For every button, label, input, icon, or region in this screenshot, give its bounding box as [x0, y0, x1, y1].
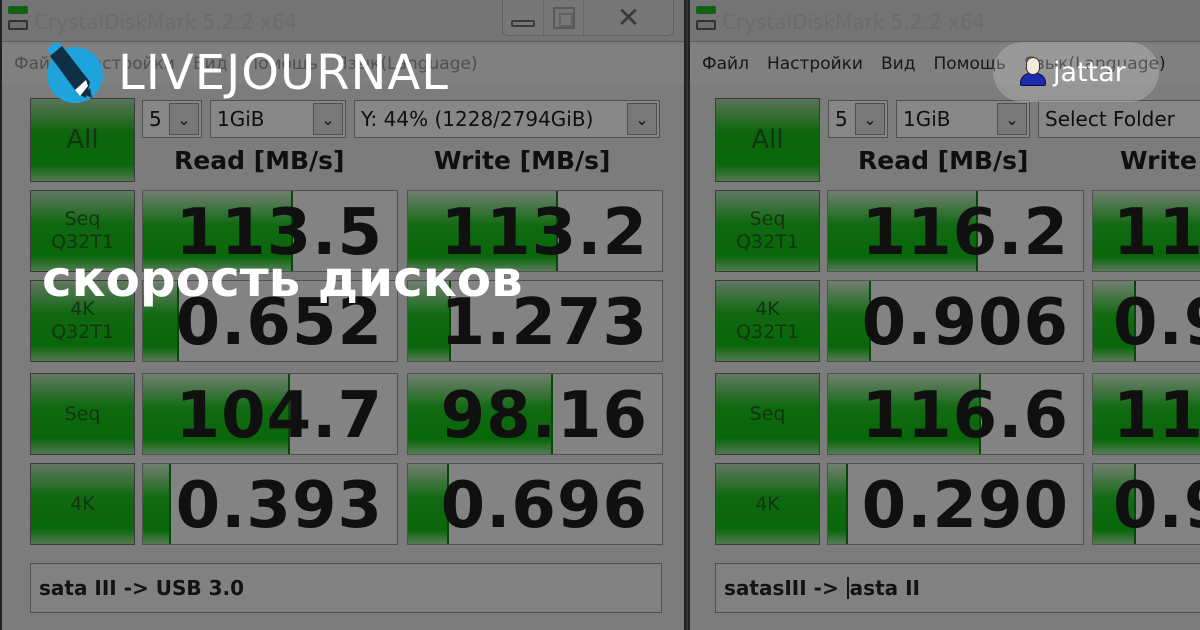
title-bar[interactable]: CrystalDiskMark 5.2.2 x64 ✕	[2, 0, 684, 42]
comment-text: sata III -> USB 3.0	[39, 576, 245, 600]
test-label-line2: Q32T1	[51, 321, 114, 343]
crystaldiskmark-app-icon	[8, 6, 28, 32]
minimize-icon	[511, 20, 535, 27]
folder-value: Select Folder	[1045, 107, 1175, 131]
livejournal-brand[interactable]: LIVEJOURNAL	[118, 40, 449, 106]
read-result-cell: 0.290	[827, 463, 1084, 545]
menu-view[interactable]: Вид	[881, 54, 915, 74]
test-label-line1: Seq	[749, 402, 786, 425]
write-value: 11	[1113, 379, 1200, 453]
write-header: Write [MB/s]	[1120, 146, 1200, 175]
size-value: 1GiB	[217, 107, 265, 131]
test-label-line1: Seq	[64, 208, 101, 231]
menu-settings[interactable]: Настройки	[767, 54, 863, 74]
test-label-line2: Q32T1	[736, 321, 799, 343]
count-select[interactable]: 5 ⌄	[828, 100, 888, 138]
size-select[interactable]: 1GiB ⌄	[896, 100, 1030, 138]
read-progress-bar	[828, 464, 849, 544]
title-bar[interactable]: CrystalDiskMark 5.2.2 x64	[690, 0, 1200, 42]
read-result-cell: 0.393	[142, 463, 398, 545]
close-button[interactable]: ✕	[583, 0, 673, 35]
test-button-row-3[interactable]: 4K	[715, 463, 820, 545]
read-value: 116.2	[861, 196, 1069, 270]
maximize-button[interactable]	[543, 0, 583, 35]
chevron-down-icon[interactable]: ⌄	[855, 103, 885, 135]
post-title: скорость дисков	[42, 250, 523, 308]
test-button-row-0[interactable]: Seq Q32T1	[715, 190, 820, 272]
test-button-row-3[interactable]: 4K	[30, 463, 135, 545]
chevron-down-icon[interactable]: ⌄	[997, 103, 1027, 135]
write-value: 0.9	[1113, 469, 1200, 543]
comment-text-before-caret: satasIII ->	[724, 576, 846, 600]
user-icon	[1019, 57, 1047, 87]
test-button-row-1[interactable]: 4K Q32T1	[715, 280, 820, 362]
size-value: 1GiB	[903, 107, 951, 131]
menu-file[interactable]: Файл	[702, 54, 749, 74]
read-result-cell: 116.6	[827, 373, 1084, 455]
test-controls: 5 ⌄ 1GiB ⌄ Select Folder	[828, 100, 1200, 138]
test-button-row-2[interactable]: Seq	[715, 373, 820, 455]
chevron-down-icon[interactable]: ⌄	[627, 103, 657, 135]
text-caret	[846, 577, 849, 599]
chevron-down-icon[interactable]: ⌄	[313, 103, 343, 135]
drive-value: Y: 44% (1228/2794GiB)	[361, 107, 594, 131]
livejournal-logo-icon[interactable]	[42, 40, 104, 104]
window-controls: ✕	[502, 0, 674, 36]
write-value: 11	[1113, 196, 1200, 270]
window-title: CrystalDiskMark 5.2.2 x64	[34, 10, 298, 34]
read-value: 0.906	[861, 286, 1069, 360]
read-header: Read [MB/s]	[858, 146, 1029, 175]
test-label-line1: Seq	[64, 402, 101, 425]
read-value: 0.290	[861, 469, 1069, 543]
write-result-cell: 11	[1092, 190, 1200, 272]
test-label-line1: Seq	[749, 208, 786, 231]
read-value: 116.6	[861, 379, 1069, 453]
test-label-line1: 4K	[755, 492, 780, 515]
test-button-row-2[interactable]: Seq	[30, 373, 135, 455]
folder-select[interactable]: Select Folder	[1038, 100, 1200, 138]
crystaldiskmark-app-icon	[696, 6, 716, 32]
write-result-cell: 0.9	[1092, 463, 1200, 545]
maximize-icon	[552, 6, 575, 29]
count-value: 5	[835, 107, 848, 131]
all-button[interactable]: All	[30, 98, 135, 182]
write-result-cell: 0.696	[407, 463, 663, 545]
read-header: Read [MB/s]	[174, 146, 345, 175]
write-result-cell: 0.9	[1092, 280, 1200, 362]
write-result-cell: 11	[1092, 373, 1200, 455]
write-value: 0.696	[440, 469, 648, 543]
comment-text-after-caret: asta II	[849, 576, 920, 600]
minimize-button[interactable]	[503, 0, 543, 35]
comment-input[interactable]: satasIII -> asta II	[715, 563, 1200, 613]
write-value: 98.16	[440, 379, 648, 453]
write-value: 0.9	[1113, 286, 1200, 360]
test-label-line1: 4K	[755, 298, 780, 321]
user-badge[interactable]: jattar	[993, 42, 1159, 102]
comment-input[interactable]: sata III -> USB 3.0	[30, 563, 662, 613]
write-result-cell: 98.16	[407, 373, 663, 455]
count-value: 5	[149, 107, 162, 131]
read-value: 0.393	[175, 469, 383, 543]
write-header: Write [MB/s]	[434, 146, 611, 175]
all-button[interactable]: All	[715, 98, 820, 182]
read-result-cell: 0.906	[827, 280, 1084, 362]
read-result-cell: 104.7	[142, 373, 398, 455]
read-value: 104.7	[175, 379, 383, 453]
user-name: jattar	[1053, 56, 1126, 88]
test-label-line2: Q32T1	[736, 231, 799, 253]
read-progress-bar	[143, 464, 171, 544]
test-label-line1: 4K	[70, 492, 95, 515]
read-result-cell: 116.2	[827, 190, 1084, 272]
chevron-down-icon[interactable]: ⌄	[169, 103, 199, 135]
window-title: CrystalDiskMark 5.2.2 x64	[722, 10, 986, 34]
close-icon: ✕	[616, 1, 641, 34]
